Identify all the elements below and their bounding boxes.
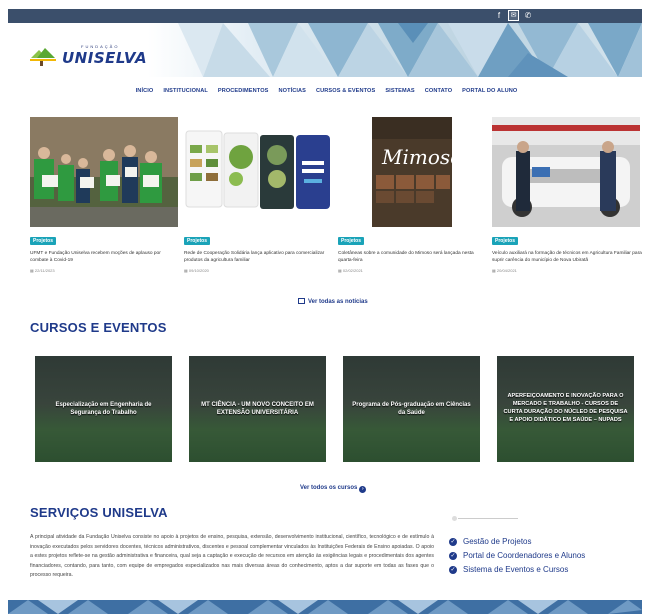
course-card[interactable]: MT CIÊNCIA - UM NOVO CONCEITO EM EXTENSÃ… [189, 356, 326, 462]
news-title[interactable]: Coletâneas sobre a comunidade do Mimoso … [338, 250, 488, 264]
courses-section-title: CURSOS E EVENTOS [30, 320, 167, 335]
news-card[interactable]: Projetos Veículo auxiliará na formação d… [492, 117, 642, 273]
news-date: ▦ 02/02/2021 [338, 268, 363, 273]
logo-mark[interactable] [27, 44, 67, 68]
services-slider-indicator [452, 516, 518, 521]
news-tag[interactable]: Projetos [184, 237, 211, 245]
course-title[interactable]: MT CIÊNCIA - UM NOVO CONCEITO EM EXTENSÃ… [195, 356, 320, 462]
news-title[interactable]: Veículo auxiliará na formação de técnico… [492, 250, 642, 264]
news-title[interactable]: Rede de Cooperação Solidária lança aplic… [184, 250, 334, 264]
news-tag[interactable]: Projetos [492, 237, 519, 245]
news-image[interactable] [30, 117, 178, 227]
mail-icon[interactable]: ✉ [508, 10, 519, 21]
course-card[interactable]: APERFEIÇOAMENTO E INOVAÇÃO PARA O MERCAD… [497, 356, 634, 462]
news-date: ▦ 22/11/2023 [30, 268, 55, 273]
course-card[interactable]: Especialização em Engenharia de Seguranç… [35, 356, 172, 462]
phone-icon[interactable]: ✆ [522, 9, 534, 23]
nav-item-noticias[interactable]: NOTÍCIAS [278, 88, 306, 94]
service-link-label[interactable]: Portal de Coordenadores e Alunos [463, 551, 585, 560]
news-date: ▦ 09/10/2020 [184, 268, 209, 273]
news-card[interactable]: Mimoso Projetos Coletâneas sobre a comun… [338, 117, 486, 273]
slider-dot[interactable] [452, 516, 457, 521]
nav-item-cursos-eventos[interactable]: CURSOS & EVENTOS [316, 88, 375, 94]
social-icons: f ✉ ✆ [493, 9, 534, 23]
slider-line [458, 518, 518, 519]
check-circle-icon: ✓ [449, 537, 457, 546]
book-title: Mimoso [382, 145, 463, 169]
nav-item-procedimentos[interactable]: PROCEDIMENTOS [218, 88, 269, 94]
service-link-label[interactable]: Sistema de Eventos e Cursos [463, 565, 568, 574]
all-news-link[interactable]: Ver todas as notícias [298, 298, 368, 305]
services-links: ✓ Gestão de Projetos ✓ Portal de Coorden… [449, 537, 585, 579]
nav-item-inicio[interactable]: INÍCIO [136, 88, 154, 94]
news-card[interactable]: Projetos Rede de Cooperação Solidária la… [184, 117, 332, 273]
logo-text[interactable]: UNISELVA [62, 49, 147, 67]
course-card[interactable]: Programa de Pós-graduação em Ciências da… [343, 356, 480, 462]
services-description: A principal atividade da Fundação Unisel… [30, 534, 434, 579]
course-title[interactable]: Programa de Pós-graduação em Ciências da… [349, 356, 474, 462]
footer-triangle-pattern [8, 600, 642, 614]
main-nav: INÍCIO INSTITUCIONAL PROCEDIMENTOS NOTÍC… [0, 88, 650, 94]
services-section-title: SERVIÇOS UNISELVA [30, 505, 168, 520]
top-bar: f ✉ ✆ [8, 9, 642, 23]
service-link-gestao[interactable]: ✓ Gestão de Projetos [449, 537, 585, 546]
newspaper-icon [298, 298, 305, 304]
arrow-right-icon: › [359, 486, 367, 493]
news-image[interactable] [184, 117, 332, 227]
nav-item-contato[interactable]: CONTATO [425, 88, 452, 94]
course-title[interactable]: APERFEIÇOAMENTO E INOVAÇÃO PARA O MERCAD… [503, 356, 628, 462]
news-date: ▦ 20/04/2021 [492, 268, 517, 273]
news-tag[interactable]: Projetos [338, 237, 365, 245]
service-link-label[interactable]: Gestão de Projetos [463, 537, 531, 546]
news-title[interactable]: UFMT e Fundação Uniselva recebem moções … [30, 250, 180, 264]
all-courses-link[interactable]: Ver todos os cursos › [300, 485, 367, 493]
news-card[interactable]: Projetos UFMT e Fundação Uniselva recebe… [30, 117, 178, 273]
nav-item-sistemas[interactable]: SISTEMAS [385, 88, 414, 94]
footer-band [8, 600, 642, 614]
course-title[interactable]: Especialização em Engenharia de Seguranç… [41, 356, 166, 462]
check-circle-icon: ✓ [449, 565, 457, 574]
facebook-icon[interactable]: f [493, 9, 505, 23]
news-image[interactable] [492, 117, 640, 227]
nav-item-institucional[interactable]: INSTITUCIONAL [163, 88, 208, 94]
service-link-portal[interactable]: ✓ Portal de Coordenadores e Alunos [449, 551, 585, 560]
nav-item-portal-aluno[interactable]: PORTAL DO ALUNO [462, 88, 517, 94]
service-link-eventos[interactable]: ✓ Sistema de Eventos e Cursos [449, 565, 585, 574]
news-tag[interactable]: Projetos [30, 237, 57, 245]
check-circle-icon: ✓ [449, 551, 457, 560]
news-image[interactable]: Mimoso [338, 117, 486, 227]
